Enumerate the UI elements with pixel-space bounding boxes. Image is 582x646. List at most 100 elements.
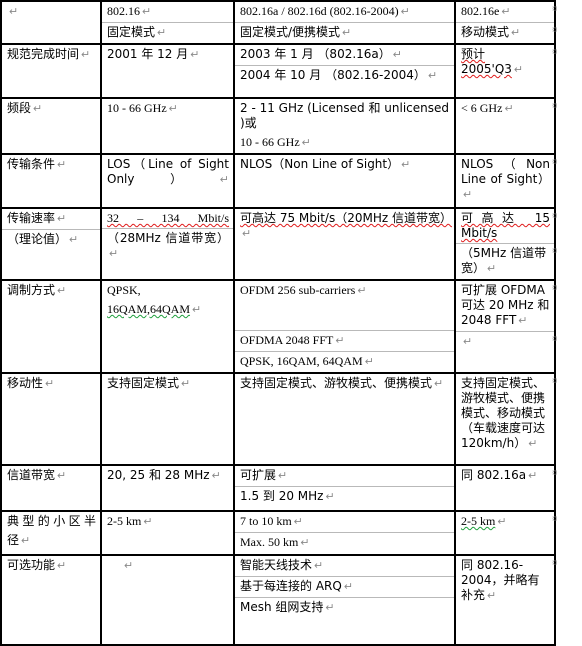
cell-802-16a-d[interactable]: NLOS（Non Line of Sight） ↵ (233, 153, 456, 209)
paragraph: < 6 GHz ↵ (461, 101, 514, 115)
paragraph: 固定模式/便携模式 ↵ (240, 25, 352, 39)
paragraph: 固定模式 ↵ (107, 25, 167, 39)
paragraph: 20, 25 和 28 MHz ↵ (107, 468, 221, 482)
cell-802-16a-d[interactable]: 2 - 11 GHz (Licensed 和 unlicensed )或 10 … (233, 97, 456, 155)
cell-content: 2 - 11 GHz (Licensed 和 unlicensed )或 10 … (235, 99, 454, 153)
table-body: ↵ 802.16 ↵ 固定模式 ↵ 802.16a / 802.16d (802.1… (0, 0, 556, 646)
row-label-cell[interactable]: 信道带宽 ↵ (0, 464, 102, 512)
pilcrow-mark: ↵ (69, 234, 79, 246)
paragraph: 2003 年 1 月 （802.16a） ↵ (235, 45, 454, 66)
paragraph: QPSK, 16QAM, 64QAM ↵ (240, 354, 374, 368)
row-label-cell[interactable]: 可选功能 ↵ (0, 554, 102, 646)
cell-802-16e[interactable]: 同 802.16-2004，并略有补充 ↵ (454, 554, 556, 646)
cell-802-16a-d[interactable]: 支持固定模式、游牧模式、便携模式 ↵ (233, 372, 456, 466)
cell-content: 信道带宽 ↵ (2, 466, 100, 486)
paragraph: 802.16e ↵ (456, 2, 554, 23)
paragraph: LOS（Line of Sight Only） ↵ (107, 157, 229, 186)
cell-content: 2-5 km ↵ (102, 512, 233, 532)
table-row: 规范完成时间 ↵ 2001 年 12 月 ↵ 2003 年 1 月 （802.16a… (0, 43, 556, 99)
cell-802-16e[interactable]: 802.16e ↵ 移动模式 ↵ (454, 0, 556, 45)
pilcrow-mark: ↵ (81, 49, 91, 61)
paragraph: （5MHz 信道带宽） ↵ (461, 246, 547, 275)
paragraph: ↵ (456, 332, 554, 352)
paragraph: 可扩展 ↵ (235, 466, 454, 487)
cell-802-16a-d[interactable]: 802.16a / 802.16d (802.16-2004) ↵ 固定模式/便携… (233, 0, 456, 45)
comparison-table: ↵ 802.16 ↵ 固定模式 ↵ 802.16a / 802.16d (802.1… (0, 0, 556, 646)
cell-content: 2-5 km ↵ (456, 512, 554, 532)
paragraph: Mesh 组网支持 ↵ (240, 600, 335, 614)
cell-802-16[interactable]: 10 - 66 GHz ↵ (100, 97, 235, 155)
cell-802-16a-d[interactable]: 2003 年 1 月 （802.16a） ↵ 2004 年 10 月 （802.1… (233, 43, 456, 99)
pilcrow-mark: ↵ (497, 516, 507, 528)
cell-content: NLOS（Non Line of Sight）↵ (456, 155, 554, 205)
cell-802-16e[interactable]: NLOS（Non Line of Sight）↵ (454, 153, 556, 209)
paragraph: 频段 ↵ (7, 101, 43, 115)
cell-content: 规范完成时间 ↵ (2, 45, 100, 65)
row-label-cell[interactable]: 频段 ↵ (0, 97, 102, 155)
pilcrow-mark: ↵ (301, 137, 311, 149)
paragraph: 支持固定模式、游牧模式、便携模式、移动模式（车载速度可达 120km/h） ↵ (461, 376, 546, 450)
pilcrow-mark: ↵ (124, 560, 134, 572)
cell-802-16[interactable]: 20, 25 和 28 MHz ↵ (100, 464, 235, 512)
row-label-cell[interactable]: 调制方式 ↵ (0, 279, 102, 374)
cell-802-16[interactable]: 2-5 km ↵ (100, 510, 235, 556)
cell-802-16e[interactable]: 可高达 15 Mbit/s （5MHz 信道带宽） ↵ (454, 207, 556, 281)
cell-802-16[interactable]: 32 – 134 Mbit/s （28MHz 信道带宽）↵ (100, 207, 235, 281)
paragraph: 预计 2005'Q3 ↵ (456, 45, 554, 80)
row-label-cell[interactable]: 移动性 ↵ (0, 372, 102, 466)
cell-content: 支持固定模式、游牧模式、便携模式 ↵ (235, 374, 454, 394)
table-row: 传输速率 ↵ （理论值） ↵ 32 – 134 Mbit/s （28MHz 信道带宽… (0, 207, 556, 281)
cell-802-16e[interactable]: 2-5 km ↵ (454, 510, 556, 556)
paragraph: 移动性 ↵ (7, 376, 55, 390)
paragraph: 16QAM,64QAM ↵ (102, 300, 233, 320)
cell-content: 2003 年 1 月 （802.16a） ↵ 2004 年 10 月 （802.1… (235, 45, 454, 86)
row-label-cell[interactable]: ↵ (0, 0, 102, 45)
row-label-cell[interactable]: 传输条件 ↵ (0, 153, 102, 209)
cell-802-16[interactable]: LOS（Line of Sight Only） ↵ (100, 153, 235, 209)
row-label-cell[interactable]: 规范完成时间 ↵ (0, 43, 102, 99)
cell-802-16e[interactable]: < 6 GHz ↵ (454, 97, 556, 155)
cell-802-16e[interactable]: 可扩展 OFDMA 可达 20 MHz 和 2048 FFT ↵ ↵ (454, 279, 556, 374)
paragraph: OFDM 256 sub-carriers ↵ (235, 281, 454, 331)
row-label-cell[interactable]: 传输速率 ↵ （理论值） ↵ (0, 207, 102, 281)
paragraph: NLOS（Non Line of Sight）↵ (461, 157, 550, 201)
pilcrow-mark: ↵ (219, 174, 229, 186)
cell-802-16a-d[interactable]: 可高达 75 Mbit/s（20MHz 信道带宽） ↵ (233, 207, 456, 281)
pilcrow-mark: ↵ (463, 189, 473, 201)
cell-content: 智能天线技术 ↵ 基于每连接的 ARQ ↵ Mesh 组网支持 ↵ (235, 556, 454, 618)
pilcrow-mark: ↵ (293, 516, 303, 528)
pilcrow-mark: ↵ (181, 378, 191, 390)
cell-802-16e[interactable]: 同 802.16a ↵ (454, 464, 556, 512)
pilcrow-mark: ↵ (513, 64, 524, 76)
row-label-cell[interactable]: 典型的小区半 径 ↵ (0, 510, 102, 556)
cell-content: 802.16 ↵ 固定模式 ↵ (102, 2, 233, 43)
cell-802-16e[interactable]: 支持固定模式、游牧模式、便携模式、移动模式（车载速度可达 120km/h） ↵ (454, 372, 556, 466)
cell-802-16a-d[interactable]: 智能天线技术 ↵ 基于每连接的 ARQ ↵ Mesh 组网支持 ↵ (233, 554, 456, 646)
paragraph: 2004 年 10 月 （802.16-2004） ↵ (240, 68, 438, 82)
cell-802-16[interactable]: QPSK, 16QAM,64QAM ↵ (100, 279, 235, 374)
cell-802-16a-d[interactable]: OFDM 256 sub-carriers ↵ OFDMA 2048 FFT ↵ Q… (233, 279, 456, 374)
cell-802-16a-d[interactable]: 可扩展 ↵ 1.5 到 20 MHz ↵ (233, 464, 456, 512)
cell-content: 传输速率 ↵ （理论值） ↵ (2, 209, 100, 250)
cell-802-16[interactable]: 802.16 ↵ 固定模式 ↵ (100, 0, 235, 45)
paragraph: 信道带宽 ↵ (7, 468, 67, 482)
pilcrow-mark: ↵ (487, 263, 497, 275)
paragraph: 可选功能 ↵ (7, 558, 67, 572)
cell-802-16[interactable]: ↵ (100, 554, 235, 646)
paragraph: 可高达 75 Mbit/s（20MHz 信道带宽） ↵ (235, 209, 454, 244)
pilcrow-mark: ↵ (109, 248, 119, 260)
cell-802-16[interactable]: 2001 年 12 月 ↵ (100, 43, 235, 99)
cell-802-16[interactable]: 支持固定模式 ↵ (100, 372, 235, 466)
pilcrow-mark: ↵ (300, 537, 310, 549)
pilcrow-mark: ↵ (190, 49, 200, 61)
spellcheck-error: 32 – 134 Mbit/s (107, 211, 229, 225)
cell-802-16e[interactable]: 预计 2005'Q3 ↵ (454, 43, 556, 99)
cell-content: 支持固定模式、游牧模式、便携模式、移动模式（车载速度可达 120km/h） ↵ (456, 374, 554, 454)
paragraph: 支持固定模式、游牧模式、便携模式 ↵ (240, 376, 444, 390)
paragraph: 2001 年 12 月 ↵ (107, 47, 200, 61)
pilcrow-mark: ↵ (434, 378, 444, 390)
pilcrow-mark: ↵ (392, 49, 402, 61)
paragraph: NLOS（Non Line of Sight）↵ (240, 157, 411, 171)
cell-content: 2001 年 12 月 ↵ (102, 45, 233, 65)
cell-802-16a-d[interactable]: 7 to 10 km ↵ Max. 50 km ↵ (233, 510, 456, 556)
